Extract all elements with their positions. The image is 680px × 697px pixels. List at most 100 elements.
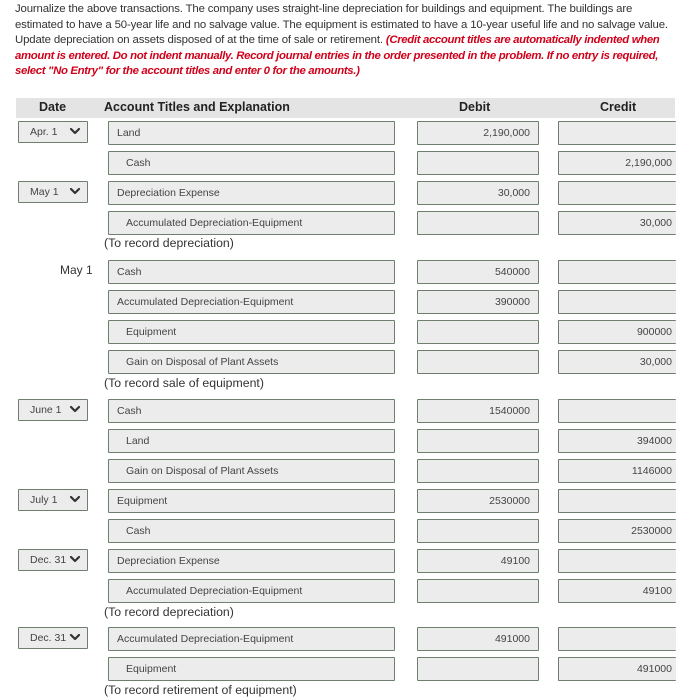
account-title-value: Accumulated Depreciation-Equipment	[117, 296, 294, 308]
credit-value: 2530000	[631, 525, 672, 537]
debit-input[interactable]: 2530000	[417, 489, 539, 513]
account-title-input[interactable]: Depreciation Expense	[108, 181, 395, 205]
account-title-value: Equipment	[126, 326, 177, 338]
account-title-input[interactable]: Equipment	[108, 657, 395, 681]
credit-input[interactable]	[558, 121, 676, 145]
debit-input[interactable]: 540000	[417, 260, 539, 284]
debit-input[interactable]: 49100	[417, 549, 539, 573]
journal-row: June 1 Cash 1540000	[0, 399, 680, 423]
debit-input[interactable]: 390000	[417, 290, 539, 314]
credit-input[interactable]	[558, 627, 676, 651]
chevron-down-icon	[69, 402, 81, 416]
credit-value: 491000	[636, 663, 672, 675]
credit-input[interactable]	[558, 549, 676, 573]
credit-input[interactable]: 30,000	[558, 350, 676, 374]
credit-input[interactable]	[558, 260, 676, 284]
entry-explanation: (To record depreciation)	[104, 236, 234, 250]
credit-value: 30,000	[639, 217, 672, 229]
credit-input[interactable]: 394000	[558, 429, 676, 453]
debit-value: 540000	[494, 266, 530, 278]
account-title-input[interactable]: Gain on Disposal of Plant Assets	[108, 459, 395, 483]
journal-row: Dec. 31 Accumulated Depreciation-Equipme…	[0, 627, 680, 651]
account-title-value: Land	[117, 127, 141, 139]
debit-input[interactable]	[417, 350, 539, 374]
credit-value: 2,190,000	[625, 157, 672, 169]
account-title-value: Accumulated Depreciation-Equipment	[117, 633, 294, 645]
entry-explanation: (To record retirement of equipment)	[104, 683, 297, 697]
date-select[interactable]: June 1	[18, 399, 88, 421]
journal-row: July 1 Equipment 2530000	[0, 489, 680, 513]
credit-value: 900000	[636, 326, 672, 338]
account-title-input[interactable]: Accumulated Depreciation-Equipment	[108, 579, 395, 603]
credit-input[interactable]: 30,000	[558, 211, 676, 235]
account-title-input[interactable]: Gain on Disposal of Plant Assets	[108, 350, 395, 374]
debit-input[interactable]	[417, 429, 539, 453]
credit-input[interactable]	[558, 181, 676, 205]
account-title-input[interactable]: Cash	[108, 260, 395, 284]
credit-input[interactable]	[558, 290, 676, 314]
account-title-input[interactable]: Cash	[108, 519, 395, 543]
journal-row: Land 394000	[0, 429, 680, 453]
chevron-down-icon	[69, 552, 81, 566]
date-label: May 1	[60, 263, 93, 277]
account-title-value: Equipment	[126, 663, 177, 675]
header-account: Account Titles and Explanation	[104, 100, 290, 114]
account-title-value: Depreciation Expense	[117, 555, 220, 567]
debit-input[interactable]	[417, 657, 539, 681]
account-title-input[interactable]: Cash	[108, 151, 395, 175]
account-title-input[interactable]: Equipment	[108, 320, 395, 344]
journal-row: Accumulated Depreciation-Equipment 49100	[0, 579, 680, 603]
chevron-down-icon	[69, 124, 81, 138]
account-title-input[interactable]: Land	[108, 429, 395, 453]
credit-input[interactable]: 491000	[558, 657, 676, 681]
debit-input[interactable]	[417, 211, 539, 235]
journal-row: Equipment 491000	[0, 657, 680, 681]
account-title-input[interactable]: Accumulated Depreciation-Equipment	[108, 211, 395, 235]
debit-input[interactable]	[417, 519, 539, 543]
debit-input[interactable]	[417, 579, 539, 603]
credit-input[interactable]: 1146000	[558, 459, 676, 483]
date-select[interactable]: July 1	[18, 489, 88, 511]
account-title-input[interactable]: Accumulated Depreciation-Equipment	[108, 290, 395, 314]
debit-input[interactable]: 1540000	[417, 399, 539, 423]
date-select[interactable]: Dec. 31	[18, 627, 88, 649]
account-title-input[interactable]: Land	[108, 121, 395, 145]
credit-input[interactable]	[558, 489, 676, 513]
debit-input[interactable]: 2,190,000	[417, 121, 539, 145]
account-title-input[interactable]: Depreciation Expense	[108, 549, 395, 573]
credit-input[interactable]: 2530000	[558, 519, 676, 543]
account-title-value: Land	[126, 435, 150, 447]
debit-value: 30,000	[497, 187, 530, 199]
header-credit: Credit	[600, 100, 637, 114]
journal-row: May 1 Depreciation Expense 30,000	[0, 181, 680, 205]
credit-input[interactable]: 49100	[558, 579, 676, 603]
journal-row: Accumulated Depreciation-Equipment 39000…	[0, 290, 680, 314]
journal-row: Apr. 1 Land 2,190,000	[0, 121, 680, 145]
account-title-value: Cash	[126, 157, 151, 169]
date-select[interactable]: May 1	[18, 181, 88, 203]
debit-input[interactable]	[417, 320, 539, 344]
debit-value: 491000	[494, 633, 530, 645]
account-title-value: Cash	[117, 405, 142, 417]
journal-header: Date Account Titles and Explanation Debi…	[16, 98, 675, 118]
account-title-value: Cash	[117, 266, 142, 278]
account-title-value: Gain on Disposal of Plant Assets	[126, 465, 279, 477]
account-title-input[interactable]: Equipment	[108, 489, 395, 513]
credit-input[interactable]: 900000	[558, 320, 676, 344]
date-select[interactable]: Apr. 1	[18, 121, 88, 143]
journal-row: Gain on Disposal of Plant Assets 30,000	[0, 350, 680, 374]
credit-input[interactable]: 2,190,000	[558, 151, 676, 175]
debit-input[interactable]	[417, 459, 539, 483]
journal-row: Equipment 900000	[0, 320, 680, 344]
account-title-value: Accumulated Depreciation-Equipment	[126, 217, 303, 229]
date-select[interactable]: Dec. 31	[18, 549, 88, 571]
credit-value: 30,000	[639, 356, 672, 368]
journal-row: Dec. 31 Depreciation Expense 49100	[0, 549, 680, 573]
credit-input[interactable]	[558, 399, 676, 423]
debit-input[interactable]	[417, 151, 539, 175]
account-title-value: Accumulated Depreciation-Equipment	[126, 585, 303, 597]
account-title-input[interactable]: Accumulated Depreciation-Equipment	[108, 627, 395, 651]
debit-input[interactable]: 491000	[417, 627, 539, 651]
account-title-input[interactable]: Cash	[108, 399, 395, 423]
debit-input[interactable]: 30,000	[417, 181, 539, 205]
